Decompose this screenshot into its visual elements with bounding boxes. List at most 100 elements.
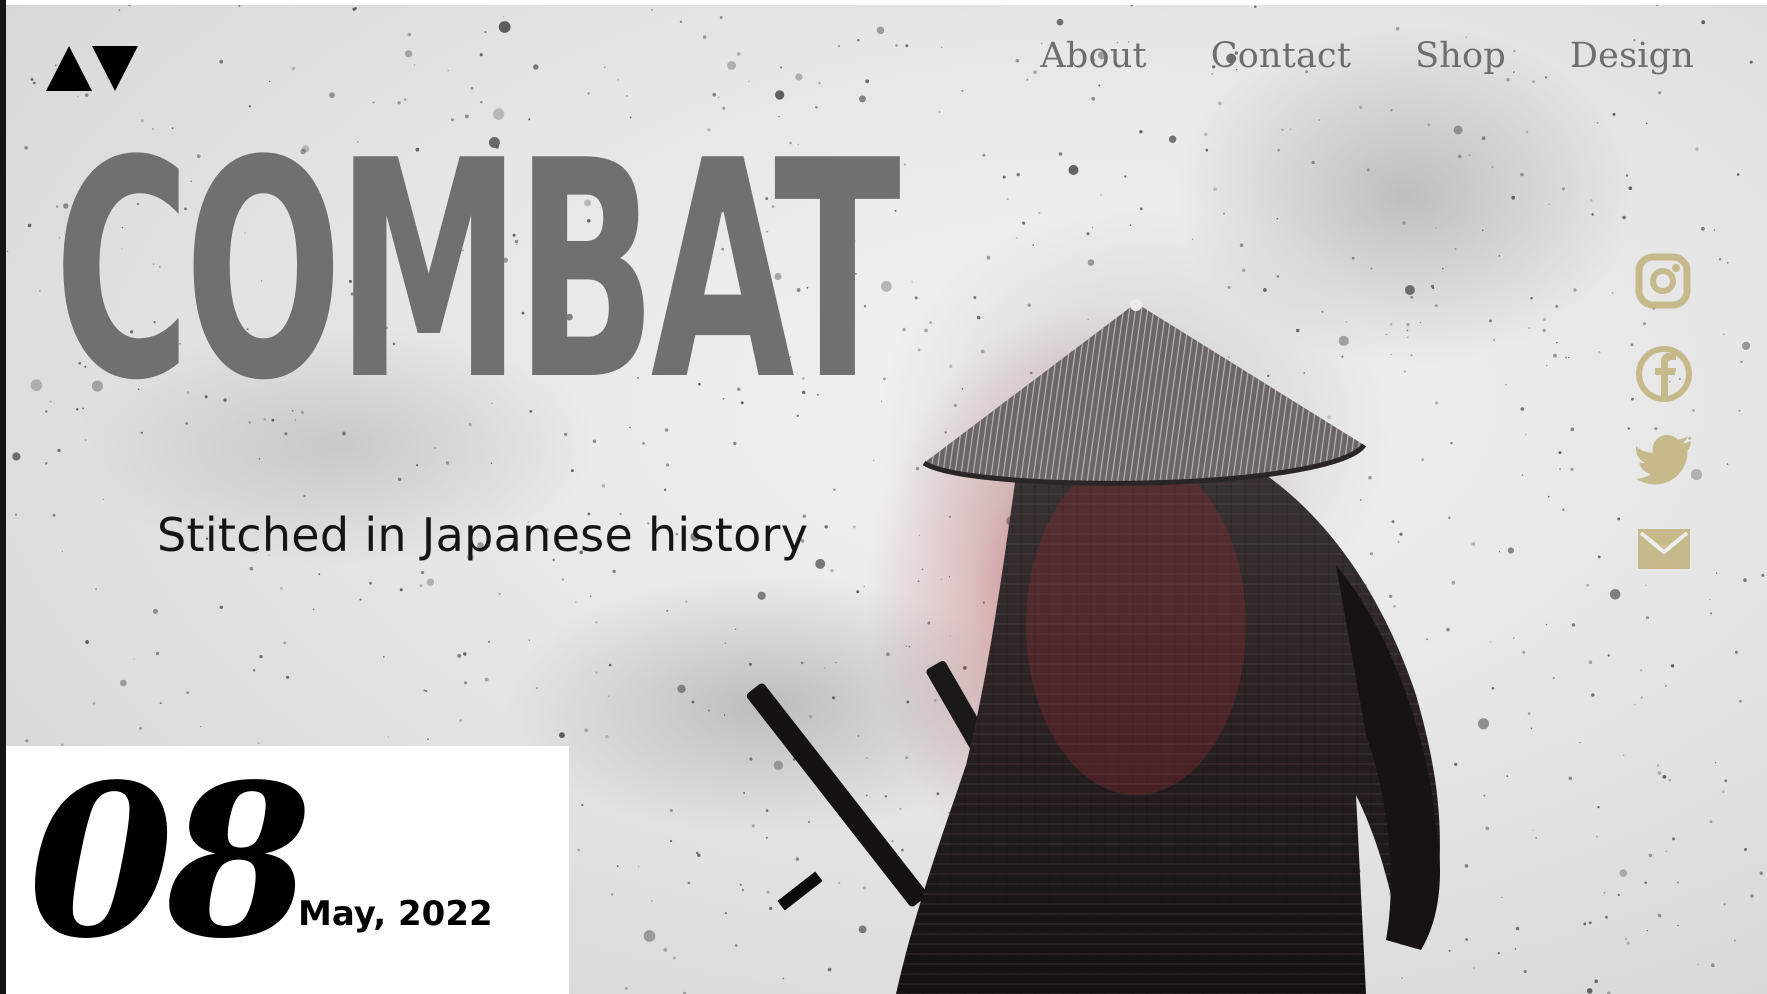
paint-speck (1617, 517, 1621, 521)
paint-speck (1506, 775, 1509, 777)
main-nav: About Contact Shop Design (1040, 36, 1694, 76)
paint-speck (1390, 109, 1393, 112)
paint-speck (49, 400, 52, 403)
paint-speck (559, 732, 565, 738)
paint-speck (679, 20, 683, 23)
paint-speck (1644, 881, 1647, 884)
paint-speck (734, 628, 737, 630)
paint-speck (876, 26, 885, 35)
paint-speck (1454, 762, 1458, 766)
paint-speck (1393, 604, 1396, 608)
paint-speck (1397, 541, 1400, 543)
paint-speck (666, 463, 670, 467)
paint-speck (33, 81, 36, 85)
paint-speck (1588, 921, 1592, 925)
paint-speck (837, 881, 841, 885)
paint-speck (1481, 136, 1486, 141)
paint-speck (617, 78, 620, 81)
paint-speck (1565, 356, 1567, 359)
paint-speck (1091, 227, 1094, 229)
mail-link[interactable] (1633, 519, 1695, 581)
paint-speck (905, 44, 909, 48)
paint-speck (1204, 132, 1208, 136)
paint-speck (1670, 664, 1675, 668)
paint-speck (1722, 333, 1725, 336)
paint-speck (765, 836, 768, 839)
paint-speck (902, 327, 906, 332)
paint-speck (1625, 174, 1629, 177)
paint-speck (651, 9, 653, 11)
paint-speck (1345, 321, 1348, 323)
nav-shop-link[interactable]: Shop (1415, 36, 1506, 76)
av-triangles-logo[interactable] (46, 42, 138, 92)
paint-speck (575, 601, 577, 603)
paint-speck (1715, 762, 1717, 764)
paint-speck (470, 86, 474, 90)
paint-speck (1743, 578, 1747, 582)
paint-speck (1524, 433, 1527, 436)
paint-speck (1624, 937, 1628, 941)
paint-speck (1530, 727, 1533, 730)
paint-speck (1351, 256, 1355, 260)
paint-speck (986, 255, 991, 260)
paint-speck (1713, 229, 1716, 231)
twitter-link[interactable] (1633, 429, 1695, 491)
paint-speck (1410, 354, 1413, 357)
paint-speck (696, 851, 699, 855)
instagram-link[interactable] (1633, 251, 1695, 313)
paint-speck (973, 296, 977, 299)
paint-speck (1290, 128, 1292, 130)
paint-speck (1695, 147, 1699, 151)
paint-speck (1100, 194, 1102, 196)
paint-speck (1736, 173, 1740, 176)
paint-speck (120, 679, 127, 687)
nav-about-link[interactable]: About (1040, 36, 1146, 76)
nav-design-link[interactable]: Design (1570, 36, 1694, 76)
paint-speck (749, 662, 752, 666)
paint-speck (30, 78, 34, 81)
paint-speck (1532, 829, 1534, 831)
paint-speck (914, 296, 918, 300)
paint-speck (95, 588, 97, 590)
paint-speck (1562, 508, 1565, 511)
paint-speck (536, 687, 538, 689)
paint-speck (1464, 864, 1469, 868)
paint-speck (427, 738, 429, 741)
paint-speck (1404, 285, 1415, 295)
paint-speck (1098, 84, 1101, 87)
page: About Contact Shop Design COMBAT Stitche… (0, 0, 1767, 994)
date-day: 08 (28, 738, 312, 985)
paint-speck (484, 677, 489, 682)
paint-speck (1490, 641, 1492, 643)
paint-speck (1522, 650, 1526, 654)
paint-speck (924, 328, 928, 333)
paint-speck (1086, 232, 1090, 236)
paint-speck (1006, 198, 1009, 201)
paint-speck (833, 488, 836, 491)
nav-contact-link[interactable]: Contact (1211, 36, 1351, 76)
facebook-link[interactable] (1633, 343, 1695, 405)
paint-speck (773, 760, 784, 770)
paint-speck (1022, 221, 1026, 225)
paint-speck (1520, 407, 1525, 411)
paint-speck (369, 581, 372, 585)
paint-speck (832, 696, 836, 700)
paint-speck (425, 690, 428, 693)
paint-speck (1715, 572, 1718, 574)
paint-speck (929, 321, 932, 324)
paint-speck (1368, 476, 1372, 480)
paint-speck (1555, 304, 1559, 308)
paint-speck (1573, 288, 1577, 292)
paint-speck (1545, 76, 1548, 79)
paint-speck (1501, 896, 1503, 898)
paint-speck (863, 585, 865, 588)
paint-speck (487, 640, 491, 644)
paint-speck (1547, 495, 1550, 498)
paint-speck (677, 684, 686, 694)
paint-speck (1709, 820, 1713, 824)
paint-speck (663, 488, 667, 491)
paint-speck (1701, 226, 1705, 231)
paint-speck (1483, 794, 1486, 797)
paint-speck (1568, 776, 1573, 780)
paint-speck (399, 588, 403, 592)
